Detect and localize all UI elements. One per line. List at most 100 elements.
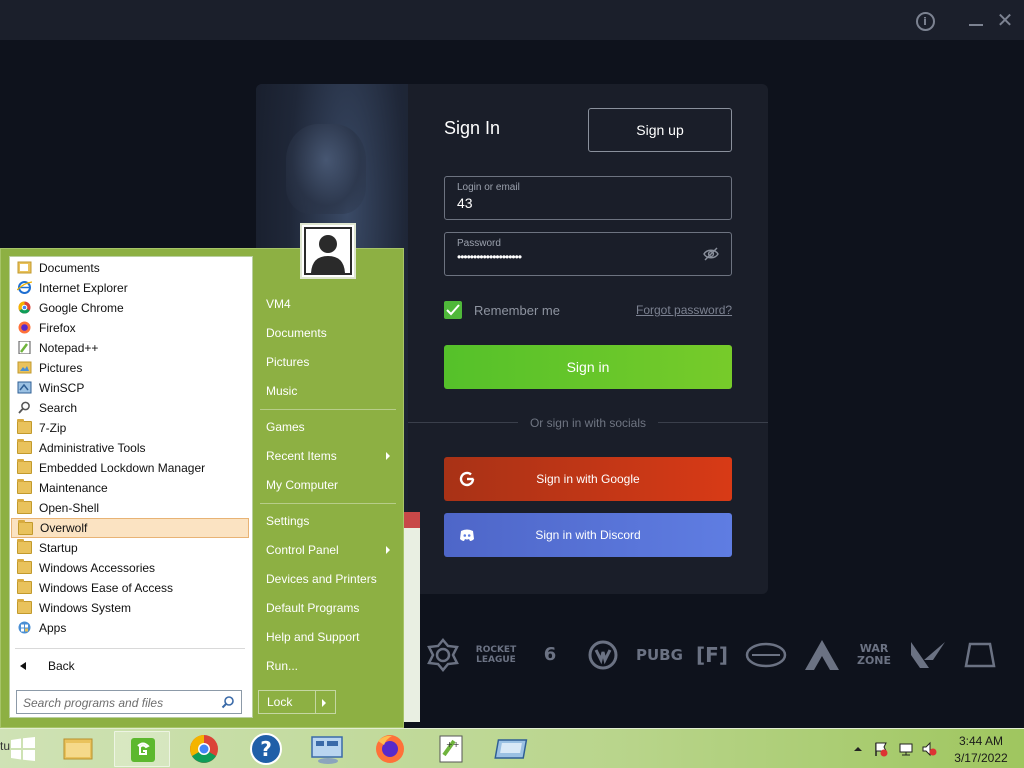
apex-legends-logo-icon: [805, 640, 839, 670]
taskbar-file-explorer[interactable]: [50, 731, 106, 767]
start-right-item-label: Recent Items: [266, 449, 337, 463]
program-item-embedded-lockdown-manager[interactable]: Embedded Lockdown Manager: [11, 458, 249, 478]
clock-time[interactable]: 3:44 AM: [948, 734, 1014, 748]
minimize-button[interactable]: [964, 8, 988, 32]
folder-icon: [17, 479, 32, 494]
start-right-item-control-panel[interactable]: Control Panel: [266, 540, 396, 560]
start-right-item-music[interactable]: Music: [266, 381, 396, 401]
program-item-windows-ease-of-access[interactable]: Windows Ease of Access: [11, 578, 249, 598]
folder-icon: [17, 419, 32, 434]
user-avatar[interactable]: [300, 223, 356, 279]
program-label: Open-Shell: [39, 501, 100, 515]
start-right-item-pictures[interactable]: Pictures: [266, 352, 396, 372]
program-item-notepad[interactable]: Notepad++: [11, 338, 249, 358]
sign-in-google-label: Sign in with Google: [536, 472, 640, 486]
program-label: Windows Accessories: [39, 561, 156, 575]
start-button[interactable]: tu: [0, 729, 44, 768]
program-item-firefox[interactable]: Firefox: [11, 318, 249, 338]
program-item-documents[interactable]: Documents: [11, 258, 249, 278]
program-item-internet-explorer[interactable]: Internet Explorer: [11, 278, 249, 298]
folder-icon: [17, 499, 32, 514]
sign-up-button[interactable]: Sign up: [588, 108, 732, 152]
pictures-icon: [17, 361, 32, 374]
network-icon[interactable]: [898, 741, 914, 757]
start-right-item-label: Pictures: [266, 355, 310, 369]
google-icon: [459, 471, 475, 487]
program-item-google-chrome[interactable]: Google Chrome: [11, 298, 249, 318]
volume-muted-icon[interactable]: [921, 741, 937, 757]
login-email-field[interactable]: Login or email 43: [444, 176, 732, 220]
back-button[interactable]: Back: [11, 656, 249, 676]
close-button[interactable]: ✕: [993, 8, 1017, 32]
sign-in-title: Sign In: [444, 118, 501, 138]
start-right-item-games[interactable]: Games: [266, 417, 396, 437]
sign-in-discord-label: Sign in with Discord: [535, 528, 641, 542]
hearthstone-logo-icon: [427, 638, 459, 672]
taskbar: tu ? ++ 3:44 AM 3/17/2022: [0, 728, 1024, 768]
program-label: Administrative Tools: [39, 441, 146, 455]
password-field[interactable]: Password ••••••••••••••••••••: [444, 232, 732, 276]
program-item-windows-system[interactable]: Windows System: [11, 598, 249, 618]
program-item-pictures[interactable]: Pictures: [11, 358, 249, 378]
start-right-item-my-computer[interactable]: My Computer: [266, 475, 396, 495]
background-window: [404, 512, 420, 722]
start-right-item-recent-items[interactable]: Recent Items: [266, 446, 396, 466]
taskbar-help[interactable]: ?: [238, 731, 294, 767]
program-item-search[interactable]: Search: [11, 398, 249, 418]
taskbar-virtual-machine[interactable]: [486, 731, 542, 767]
program-item-open-shell[interactable]: Open-Shell: [11, 498, 249, 518]
checkmark-icon: [446, 304, 460, 316]
svg-text:?: ?: [260, 737, 272, 761]
program-label: Google Chrome: [39, 301, 124, 315]
clock-date[interactable]: 3/17/2022: [948, 751, 1014, 765]
sign-in-discord-button[interactable]: Sign in with Discord: [444, 513, 732, 557]
taskbar-firefox[interactable]: [362, 731, 418, 767]
program-item-7-zip[interactable]: 7-Zip: [11, 418, 249, 438]
hide-password-icon[interactable]: [703, 246, 719, 262]
start-right-item-settings[interactable]: Settings: [266, 511, 396, 531]
start-right-item-devices-and-printers[interactable]: Devices and Printers: [266, 569, 396, 589]
program-label: Internet Explorer: [39, 281, 128, 295]
back-label: Back: [48, 659, 75, 673]
start-right-item-run[interactable]: Run...: [266, 656, 396, 676]
remember-me-checkbox[interactable]: [444, 301, 462, 319]
supported-games-strip: ROCKET LEAGUE 6 PUBG [F] WAR ZONE: [420, 632, 1010, 678]
firefox-icon: [376, 735, 404, 763]
program-item-maintenance[interactable]: Maintenance: [11, 478, 249, 498]
program-label: Startup: [39, 541, 78, 555]
start-right-item-vm4[interactable]: VM4: [266, 294, 396, 314]
start-right-item-label: VM4: [266, 297, 291, 311]
program-item-winscp[interactable]: WinSCP: [11, 378, 249, 398]
power-options-button[interactable]: [316, 690, 336, 714]
program-item-apps[interactable]: Apps: [11, 618, 249, 638]
start-right-item-label: My Computer: [266, 478, 339, 492]
taskbar-chrome[interactable]: [176, 731, 232, 767]
show-hidden-icons-icon[interactable]: [850, 741, 866, 757]
right-pane-separator: [260, 503, 396, 504]
program-item-administrative-tools[interactable]: Administrative Tools: [11, 438, 249, 458]
taskbar-overwolf[interactable]: [114, 731, 170, 767]
sign-in-google-button[interactable]: Sign in with Google: [444, 457, 732, 501]
user-icon: [306, 229, 350, 273]
sign-in-button[interactable]: Sign in: [444, 345, 732, 389]
search-icon[interactable]: [221, 695, 235, 709]
search-programs-input[interactable]: Search programs and files: [16, 690, 242, 714]
program-item-overwolf[interactable]: Overwolf: [11, 518, 249, 538]
start-right-item-documents[interactable]: Documents: [266, 323, 396, 343]
taskbar-remote-desktop[interactable]: [300, 731, 356, 767]
start-right-item-default-programs[interactable]: Default Programs: [266, 598, 396, 618]
lock-button[interactable]: Lock: [258, 690, 316, 714]
program-item-windows-accessories[interactable]: Windows Accessories: [11, 558, 249, 578]
login-email-label: Login or email: [457, 182, 520, 193]
taskbar-notepad-plus[interactable]: ++: [424, 731, 480, 767]
info-icon[interactable]: i: [913, 8, 937, 32]
action-center-flag-icon[interactable]: [873, 741, 889, 757]
remember-me-label[interactable]: Remember me: [474, 303, 560, 318]
program-item-startup[interactable]: Startup: [11, 538, 249, 558]
start-right-item-label: Control Panel: [266, 543, 339, 557]
splitgate-logo-icon: [745, 642, 787, 668]
discord-icon: [460, 529, 474, 541]
notepad-plus-icon: [18, 341, 31, 354]
start-right-item-help-and-support[interactable]: Help and Support: [266, 627, 396, 647]
forgot-password-link[interactable]: Forgot password?: [636, 303, 732, 317]
